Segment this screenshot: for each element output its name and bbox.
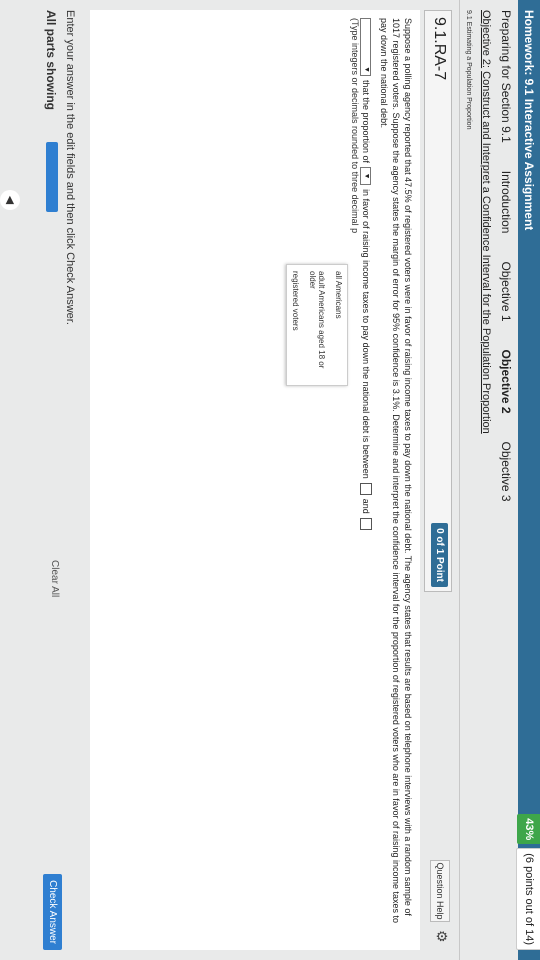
score-points: (6 points out of 14)	[516, 848, 540, 950]
answer-row: ▼ that the proportion of ▼ in favor of r…	[360, 18, 372, 530]
parts-progress-bar	[46, 142, 58, 212]
rounding-hint: (Type integers or decimals rounded to th…	[350, 18, 360, 234]
section-nav: Preparing for Section 9.1 Introduction O…	[499, 10, 513, 502]
question-header: 9.1.RA-7 0 of 1 Point	[424, 10, 452, 592]
question-body: Suppose a polling agency reported that 4…	[90, 10, 420, 950]
nav-item-objective-1[interactable]: Objective 1	[499, 261, 513, 321]
objective-label: Objective 2:	[480, 10, 492, 69]
dropdown-option[interactable]: adult Americans aged 18 or older	[304, 265, 330, 385]
header-bar: Homework: 9.1 Interactive Assignment 43%…	[516, 0, 540, 960]
check-answer-button[interactable]: Check Answer	[43, 874, 62, 950]
dropdown-option[interactable]: registered voters	[287, 265, 304, 385]
section-title: 9.1 Estimating a Population Proportion	[465, 10, 472, 130]
nav-item-preparing[interactable]: Preparing for Section 9.1	[499, 10, 513, 143]
objective-text: Construct and Interpret a Confidence Int…	[480, 71, 492, 434]
assignment-page: Homework: 9.1 Interactive Assignment 43%…	[0, 0, 540, 960]
objective-heading: Objective 2: Construct and Interpret a C…	[480, 10, 492, 434]
gear-icon[interactable]: ⚙	[433, 930, 450, 943]
instruction-text: Enter your answer in the edit fields and…	[64, 10, 76, 325]
population-dropdown-menu: all Americans adult Americans aged 18 or…	[286, 264, 348, 386]
question-id: 9.1.RA-7	[431, 17, 448, 81]
score-indicator: 43% (6 points out of 14)	[516, 814, 540, 950]
parts-label: All parts showing	[44, 10, 58, 111]
answer-suffix: in favor of raising income taxes to pay …	[361, 189, 371, 479]
nav-item-introduction[interactable]: Introduction	[499, 171, 513, 234]
collapse-icon[interactable]: ◀	[0, 190, 20, 210]
page-title: Homework: 9.1 Interactive Assignment	[522, 10, 536, 231]
interpretation-dropdown[interactable]: ▼	[360, 18, 372, 76]
upper-bound-input[interactable]	[360, 517, 372, 530]
nav-item-objective-3[interactable]: Objective 3	[499, 442, 513, 502]
clear-all-button[interactable]: Clear All	[49, 560, 60, 597]
dropdown-option[interactable]: all Americans	[330, 265, 347, 385]
lower-bound-input[interactable]	[360, 482, 372, 495]
nav-item-objective-2[interactable]: Objective 2	[499, 350, 513, 414]
score-percent: 43%	[517, 814, 540, 845]
answer-prefix: that the proportion of	[361, 80, 371, 164]
points-badge: 0 of 1 Point	[431, 523, 448, 587]
population-dropdown[interactable]: ▼	[360, 167, 372, 186]
and-word: and	[361, 498, 371, 514]
divider	[459, 0, 460, 960]
question-help-button[interactable]: Question Help	[430, 860, 450, 922]
problem-text: Suppose a polling agency reported that 4…	[379, 18, 413, 923]
